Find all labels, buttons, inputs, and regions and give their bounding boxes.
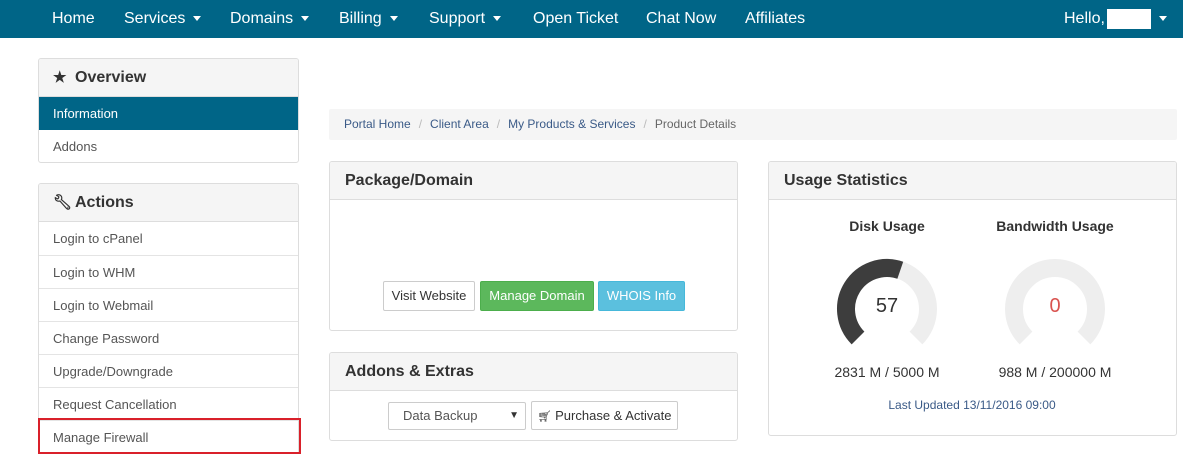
usage-statistics-heading: Usage Statistics	[769, 162, 1176, 200]
manage-firewall-highlight	[38, 418, 301, 454]
usage-statistics-panel: Usage Statistics Disk Usage 57 2831 M / …	[768, 161, 1177, 436]
sidebar-item-addons[interactable]: Addons	[39, 130, 298, 162]
nav-chat-now[interactable]: Chat Now	[646, 0, 716, 38]
actions-heading: 🔧︎ Actions	[39, 184, 298, 222]
nav-open-ticket[interactable]: Open Ticket	[533, 0, 618, 38]
overview-heading: ★ Overview	[39, 59, 298, 97]
nav-affiliates[interactable]: Affiliates	[745, 0, 805, 38]
nav-services[interactable]: Services	[124, 0, 202, 38]
sidebar-item-upgrade-downgrade[interactable]: Upgrade/Downgrade	[39, 354, 298, 387]
sidebar-item-login-cpanel[interactable]: Login to cPanel	[39, 222, 298, 255]
nav-services-label: Services	[124, 10, 186, 27]
nav-user-menu[interactable]: Hello,	[1064, 0, 1167, 38]
package-domain-panel: Package/Domain Visit Website Manage Doma…	[329, 161, 738, 331]
nav-billing[interactable]: Billing	[339, 0, 398, 38]
disk-usage-value: 57	[875, 295, 899, 317]
nav-billing-label: Billing	[339, 10, 382, 27]
breadcrumb-product-details: Product Details	[654, 117, 737, 131]
overview-title: Overview	[75, 69, 147, 86]
nav-domains[interactable]: Domains	[230, 0, 310, 38]
caret-down-icon	[193, 16, 202, 22]
actions-title: Actions	[75, 194, 134, 211]
breadcrumb-portal-home[interactable]: Portal Home	[344, 117, 411, 131]
wrench-icon: 🔧︎	[53, 194, 73, 211]
breadcrumb-separator: /	[496, 117, 501, 131]
nav-domains-label: Domains	[230, 10, 294, 27]
overview-panel: ★ Overview Information Addons	[38, 58, 299, 163]
sidebar-item-login-whm[interactable]: Login to WHM	[39, 255, 298, 288]
sidebar-item-change-password[interactable]: Change Password	[39, 321, 298, 354]
top-navbar: Home Services Domains Billing Support Op…	[0, 0, 1183, 38]
manage-domain-button[interactable]: Manage Domain	[480, 281, 594, 311]
star-icon: ★	[53, 69, 67, 86]
bandwidth-usage-title: Bandwidth Usage	[996, 218, 1114, 234]
breadcrumb-my-products[interactable]: My Products & Services	[508, 117, 635, 131]
caret-down-icon	[389, 16, 398, 22]
caret-down-icon	[301, 16, 310, 22]
sidebar-item-login-webmail[interactable]: Login to Webmail	[39, 288, 298, 321]
actions-panel: 🔧︎ Actions Login to cPanel Login to WHM L…	[38, 183, 299, 454]
nav-support-label: Support	[429, 10, 486, 27]
addons-extras-panel: Addons & Extras Data Backup ▼ 🛒︎ Purchase…	[329, 352, 738, 441]
redacted-username	[1106, 8, 1151, 29]
breadcrumb-client-area[interactable]: Client Area	[430, 117, 489, 131]
addon-select[interactable]: Data Backup ▼	[388, 402, 526, 430]
sidebar-item-request-cancellation[interactable]: Request Cancellation	[39, 387, 298, 420]
breadcrumb-separator: /	[643, 117, 647, 131]
chevron-down-icon: ▼	[509, 410, 519, 421]
visit-website-button[interactable]: Visit Website	[383, 281, 475, 311]
caret-down-icon	[1158, 16, 1167, 22]
bandwidth-usage-text: 988 M / 200000 M	[998, 364, 1112, 380]
addon-select-value: Data Backup	[403, 408, 478, 423]
purchase-activate-label: Purchase & Activate	[555, 408, 672, 423]
addons-extras-heading: Addons & Extras	[330, 353, 737, 391]
nav-home[interactable]: Home	[52, 0, 95, 38]
disk-usage-title: Disk Usage	[849, 218, 925, 234]
caret-down-icon	[493, 16, 502, 22]
last-updated-text: Last Updated 13/11/2016 09:00	[888, 398, 1056, 412]
breadcrumb-separator: /	[418, 117, 423, 131]
whois-info-button[interactable]: WHOIS Info	[598, 281, 685, 311]
purchase-activate-button[interactable]: 🛒︎ Purchase & Activate	[531, 401, 678, 430]
package-domain-heading: Package/Domain	[330, 162, 737, 200]
disk-usage-text: 2831 M / 5000 M	[834, 364, 940, 380]
nav-hello-label: Hello,	[1064, 10, 1105, 27]
sidebar-item-information[interactable]: Information	[39, 97, 298, 130]
nav-support[interactable]: Support	[429, 0, 502, 38]
breadcrumb: Portal Home / Client Area / My Products & Se…	[329, 109, 1177, 140]
cart-icon: 🛒︎	[537, 411, 552, 423]
bandwidth-usage-value: 0	[1049, 295, 1061, 317]
